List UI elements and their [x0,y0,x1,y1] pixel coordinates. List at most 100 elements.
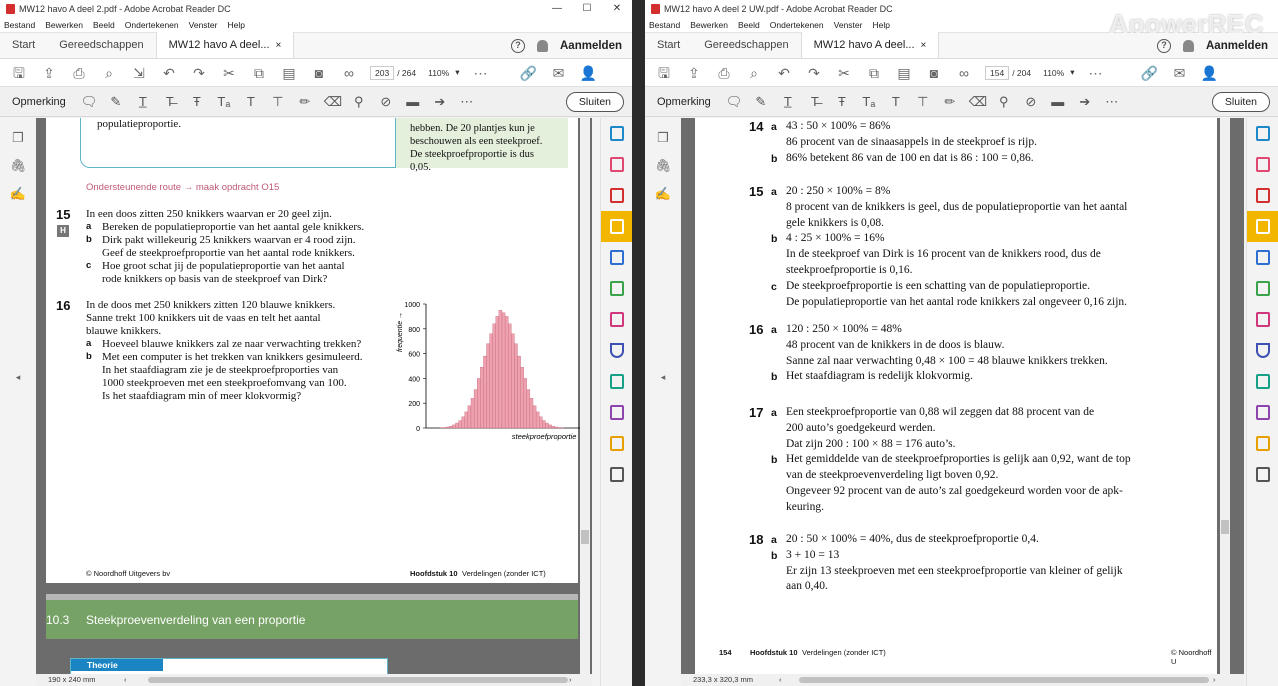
replace-text-icon[interactable]: Ŧ [834,94,850,109]
tab-document[interactable]: MW12 havo A deel... × [155,32,295,58]
underline-text-icon[interactable]: T̲ [135,94,151,109]
menu-venster[interactable]: Venster [189,20,218,30]
help-icon[interactable]: ? [1157,39,1171,53]
insert-text-icon[interactable]: Tₐ [216,94,232,109]
menu-beeld[interactable]: Beeld [93,20,115,30]
horizontal-scrollbar[interactable]: 190 x 240 mm ‹ › [36,674,592,686]
copy-icon[interactable]: ⧉ [865,64,883,82]
send-review-icon[interactable] [1247,428,1278,459]
more-options-icon[interactable]: ⋯ [1104,94,1120,110]
highlight-icon[interactable]: ✎ [753,94,769,110]
more-options-icon[interactable]: ⋯ [1086,64,1104,82]
scroll-left-icon[interactable]: ‹ [779,674,782,686]
sign-in-button[interactable]: Aanmelden [560,40,622,52]
search-icon[interactable]: ⌕ [745,64,763,82]
text-box-icon[interactable]: ⊤ [915,94,931,110]
scroll-thumb[interactable] [799,677,1209,683]
add-user-icon[interactable]: 👤 [579,64,597,82]
binoculars-icon[interactable]: ∞ [340,64,358,82]
more-options-icon[interactable]: ⋯ [471,64,489,82]
organize-pages-icon[interactable] [1247,149,1278,180]
menu-venster[interactable]: Venster [834,20,863,30]
help-icon[interactable]: ? [511,39,525,53]
horizontal-scrollbar[interactable]: 233,3 x 320,3 mm ‹ › [681,674,1244,686]
page-number-input[interactable]: 154 [985,65,1010,80]
add-text-icon[interactable]: T [243,94,259,109]
pencil-icon[interactable]: ✏ [297,94,313,110]
binoculars-icon[interactable]: ∞ [955,64,973,82]
zoom-control[interactable]: 110% ▾ [428,67,459,78]
line-icon[interactable]: ▬ [1050,94,1066,109]
text-box-icon[interactable]: ⊤ [270,94,286,110]
notification-bell-icon[interactable] [537,40,548,52]
support-route-link[interactable]: Ondersteunende route → maak opdracht O15 [86,182,279,193]
mail-icon[interactable]: ✉ [549,64,567,82]
tab-tools[interactable]: Gereedschappen [692,32,800,58]
request-signature-icon[interactable] [601,397,632,428]
sticky-note-icon[interactable]: 🗨 [81,94,98,110]
scroll-thumb[interactable] [581,530,589,544]
menu-ondertekenen[interactable]: Ondertekenen [770,20,824,30]
collapse-left-icon[interactable]: ◂ [645,372,681,383]
tab-tools[interactable]: Gereedschappen [47,32,155,58]
close-tab-icon[interactable]: × [921,40,927,51]
attachments-icon[interactable]: 🖇 [0,158,36,174]
mail-icon[interactable]: ✉ [1170,64,1188,82]
notification-bell-icon[interactable] [1183,40,1194,52]
page-number-input[interactable]: 203 [370,65,395,80]
upload-cloud-icon[interactable]: ⇪ [685,64,703,82]
print-icon[interactable]: ⎙ [70,64,88,82]
close-comment-button[interactable]: Sluiten [565,92,624,112]
redo-icon[interactable]: ↷ [805,64,823,82]
menu-bestand[interactable]: Bestand [649,20,680,30]
combine-files-icon[interactable] [1247,242,1278,273]
sign-in-button[interactable]: Aanmelden [1206,40,1268,52]
zoom-control[interactable]: 110% ▾ [1043,67,1074,78]
optimize-icon[interactable] [601,366,632,397]
strikethrough-icon[interactable]: T̶ [162,94,178,109]
eraser-icon[interactable]: ⌫ [324,94,342,110]
snapshot-icon[interactable]: ◙ [310,64,328,82]
snapshot-icon[interactable]: ◙ [925,64,943,82]
request-signature-icon[interactable] [1247,397,1278,428]
tab-start[interactable]: Start [0,32,47,58]
attach-icon[interactable]: ⊘ [378,94,394,110]
close-window-button[interactable]: ✕ [602,0,632,18]
menu-beeld[interactable]: Beeld [738,20,760,30]
save-icon[interactable]: 🖫 [655,64,673,82]
stamp-icon[interactable]: ⚲ [996,94,1012,110]
menu-help[interactable]: Help [872,20,889,30]
more-options-icon[interactable]: ⋯ [459,94,475,110]
underline-text-icon[interactable]: T̲ [780,94,796,109]
sticky-note-icon[interactable]: 🗨 [726,94,743,110]
export-pdf-icon[interactable] [1247,180,1278,211]
highlight-icon[interactable]: ✎ [108,94,124,110]
collapse-left-icon[interactable]: ◂ [0,372,36,383]
fill-sign-icon[interactable] [601,304,632,335]
menu-bewerken[interactable]: Bewerken [690,20,728,30]
organize-pages-icon[interactable] [601,149,632,180]
upload-cloud-icon[interactable]: ⇪ [40,64,58,82]
insert-text-icon[interactable]: Tₐ [861,94,877,109]
signatures-icon[interactable]: ✍ [0,186,36,202]
clipboard-icon[interactable]: ▤ [280,64,298,82]
vertical-scrollbar[interactable] [1220,118,1230,674]
send-review-icon[interactable] [601,428,632,459]
copy-icon[interactable]: ⧉ [250,64,268,82]
attachments-icon[interactable]: 🖇 [645,158,681,174]
eraser-icon[interactable]: ⌫ [969,94,987,110]
arrow-icon[interactable]: ➔ [432,94,448,110]
tab-start[interactable]: Start [645,32,692,58]
attach-icon[interactable]: ⊘ [1023,94,1039,110]
close-tab-icon[interactable]: × [276,40,282,51]
menu-bestand[interactable]: Bestand [4,20,35,30]
pages-icon[interactable]: ❐ [0,130,36,146]
add-user-icon[interactable]: 👤 [1200,64,1218,82]
fill-sign-icon[interactable] [1247,304,1278,335]
search-icon[interactable]: ⌕ [100,64,118,82]
pages-icon[interactable]: ❐ [645,130,681,146]
comment-tool-icon[interactable] [601,211,632,242]
add-text-icon[interactable]: T [888,94,904,109]
edit-pdf-icon[interactable] [601,273,632,304]
tab-document[interactable]: MW12 havo A deel... × [800,32,940,58]
